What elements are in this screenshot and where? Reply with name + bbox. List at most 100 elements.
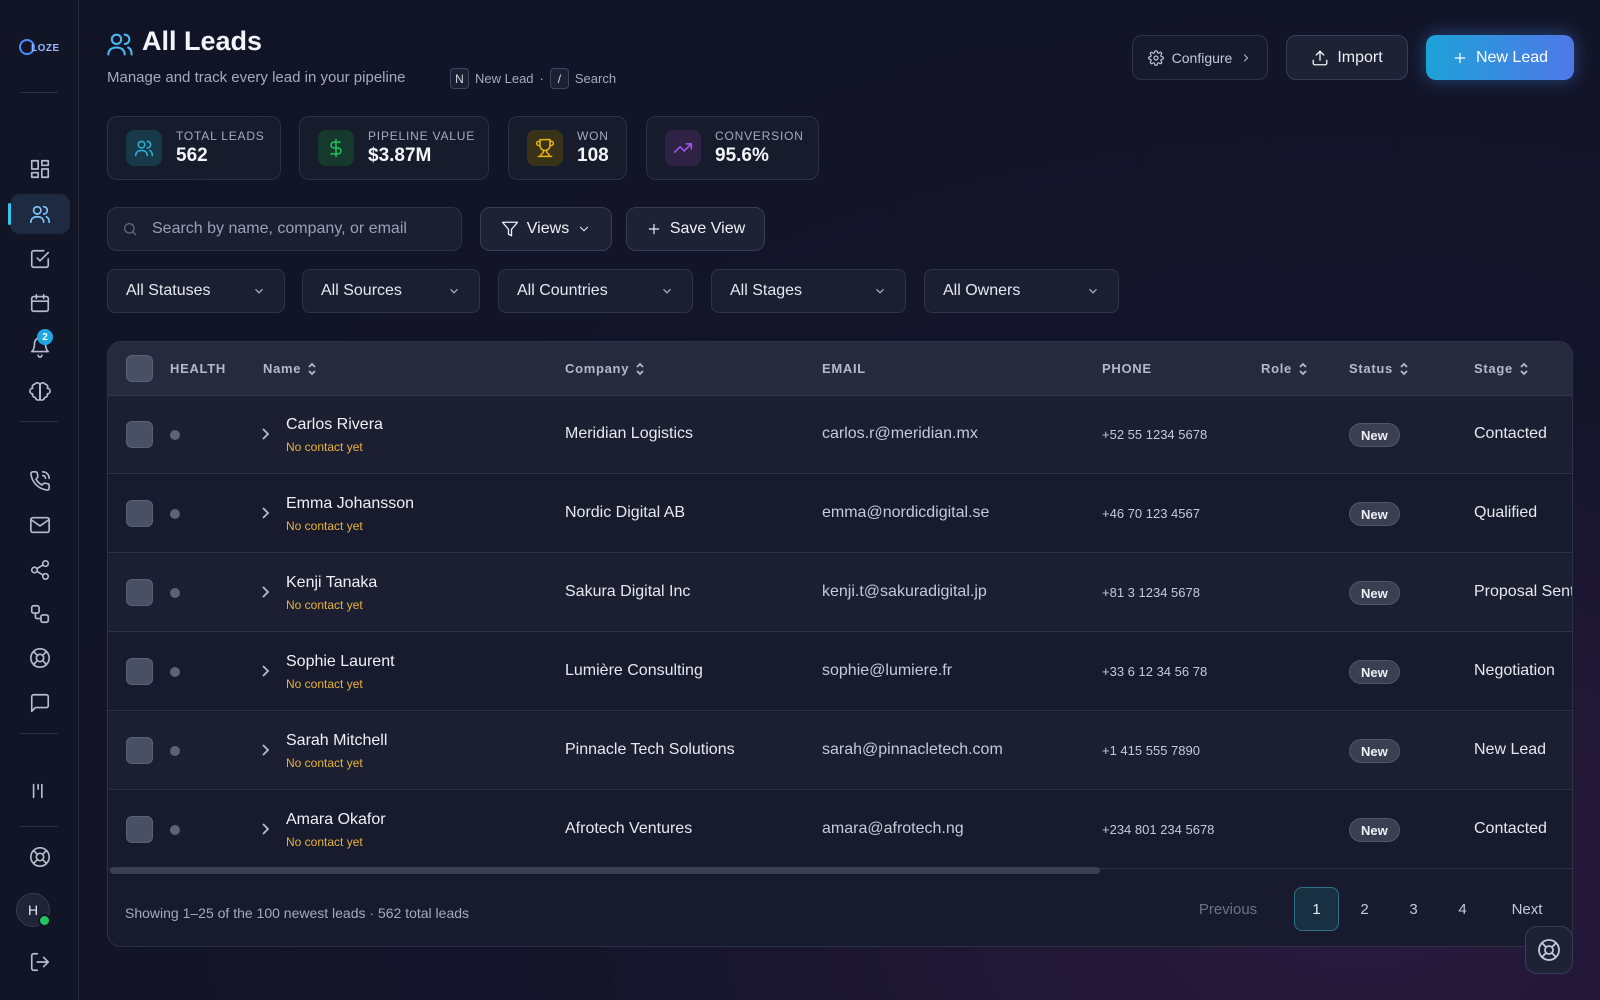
- row-checkbox[interactable]: [126, 421, 153, 448]
- sidebar-item-messages[interactable]: [10, 683, 70, 723]
- column-header-phone: PHONE: [1102, 361, 1152, 376]
- chevron-right-icon: [262, 665, 270, 677]
- import-button[interactable]: Import: [1286, 35, 1408, 80]
- lead-phone[interactable]: +81 3 1234 5678: [1102, 585, 1200, 600]
- column-header-role[interactable]: Role: [1261, 361, 1308, 376]
- column-header-name[interactable]: Name: [263, 361, 317, 376]
- lead-email[interactable]: sophie@lumiere.fr: [822, 662, 952, 680]
- source-filter-select[interactable]: All Sources: [302, 269, 480, 313]
- sidebar-item-help[interactable]: [10, 837, 70, 877]
- stat-conversion: CONVERSION 95.6%: [646, 116, 819, 180]
- sidebar-item-tasks[interactable]: [10, 239, 70, 279]
- configure-button[interactable]: Configure: [1132, 35, 1268, 80]
- status-badge: New: [1349, 660, 1400, 684]
- app-logo[interactable]: LOZE: [18, 36, 62, 58]
- lead-email[interactable]: carlos.r@meridian.mx: [822, 425, 978, 443]
- row-checkbox[interactable]: [126, 816, 153, 843]
- chevron-down-icon: [1089, 288, 1097, 294]
- row-checkbox[interactable]: [126, 500, 153, 527]
- configure-label: Configure: [1171, 49, 1233, 66]
- column-header-stage[interactable]: Stage: [1474, 361, 1529, 376]
- page-title: All Leads: [142, 26, 263, 56]
- lead-phone[interactable]: +1 415 555 7890: [1102, 743, 1200, 758]
- expand-row-button[interactable]: [260, 742, 272, 758]
- expand-row-button[interactable]: [260, 821, 272, 837]
- next-page-button[interactable]: Next: [1496, 887, 1558, 931]
- table-row[interactable]: Emma Johansson No contact yet Nordic Dig…: [108, 475, 1572, 553]
- stat-label: PIPELINE VALUE: [368, 129, 476, 143]
- lead-phone[interactable]: +52 55 1234 5678: [1102, 427, 1207, 442]
- lead-name[interactable]: Carlos Rivera: [286, 416, 383, 434]
- health-indicator: [170, 430, 180, 440]
- sidebar-item-workflows[interactable]: [10, 594, 70, 634]
- previous-page-button[interactable]: Previous: [1182, 887, 1274, 931]
- page-3-button[interactable]: 3: [1391, 887, 1436, 931]
- table-row[interactable]: Amara Okafor No contact yet Afrotech Ven…: [108, 791, 1572, 869]
- sidebar-divider: [20, 733, 58, 734]
- row-checkbox[interactable]: [126, 737, 153, 764]
- stage-filter-select[interactable]: All Stages: [711, 269, 906, 313]
- sidebar-item-calls[interactable]: [10, 461, 70, 501]
- lead-name[interactable]: Sophie Laurent: [286, 653, 395, 671]
- expand-row-button[interactable]: [260, 584, 272, 600]
- lead-name[interactable]: Kenji Tanaka: [286, 574, 377, 592]
- horizontal-scrollbar[interactable]: [110, 867, 1100, 874]
- sidebar-item-email[interactable]: [10, 505, 70, 545]
- lead-phone[interactable]: +46 70 123 4567: [1102, 506, 1200, 521]
- sidebar-item-collapse[interactable]: [10, 771, 70, 811]
- sidebar-item-notifications[interactable]: 2: [10, 327, 70, 367]
- lead-name[interactable]: Sarah Mitchell: [286, 732, 387, 750]
- sidebar-item-leads[interactable]: [8, 194, 70, 234]
- new-lead-label: New Lead: [1475, 48, 1549, 66]
- sidebar-item-ai[interactable]: [10, 372, 70, 412]
- sidebar-item-support[interactable]: [10, 638, 70, 678]
- column-header-company[interactable]: Company: [565, 361, 645, 376]
- lead-name[interactable]: Amara Okafor: [286, 811, 386, 829]
- status-badge: New: [1349, 502, 1400, 526]
- sidebar-item-logout[interactable]: [10, 942, 70, 982]
- search-icon: [124, 223, 137, 236]
- lead-email[interactable]: amara@afrotech.ng: [822, 820, 964, 838]
- country-filter-select[interactable]: All Countries: [498, 269, 693, 313]
- save-view-button[interactable]: Save View: [626, 207, 765, 251]
- help-button[interactable]: [1525, 926, 1573, 974]
- lead-email[interactable]: kenji.t@sakuradigital.jp: [822, 583, 987, 601]
- views-button[interactable]: Views: [480, 207, 612, 251]
- users-icon: [106, 30, 134, 58]
- lead-stage: Negotiation: [1474, 662, 1555, 679]
- sidebar-item-calendar[interactable]: [10, 283, 70, 323]
- lead-phone[interactable]: +33 6 12 34 56 78: [1102, 664, 1207, 679]
- stat-pipeline-value: PIPELINE VALUE $3.87M: [299, 116, 489, 180]
- lead-phone[interactable]: +234 801 234 5678: [1102, 822, 1214, 837]
- lead-name[interactable]: Emma Johansson: [286, 495, 414, 513]
- page-4-button[interactable]: 4: [1440, 887, 1485, 931]
- page-1-button[interactable]: 1: [1294, 887, 1339, 931]
- shortcut-key: /: [549, 68, 569, 89]
- search-input[interactable]: [152, 220, 442, 238]
- select-all-checkbox[interactable]: [126, 355, 153, 382]
- lead-email[interactable]: sarah@pinnacletech.com: [822, 741, 1003, 759]
- row-checkbox[interactable]: [126, 579, 153, 606]
- expand-row-button[interactable]: [260, 505, 272, 521]
- chevron-down-icon: [663, 288, 671, 294]
- stat-value: 108: [577, 145, 609, 166]
- expand-row-button[interactable]: [260, 663, 272, 679]
- sidebar-item-share[interactable]: [10, 550, 70, 590]
- lifebuoy-icon: [30, 648, 50, 668]
- table-row[interactable]: Carlos Rivera No contact yet Meridian Lo…: [108, 396, 1572, 474]
- owner-filter-select[interactable]: All Owners: [924, 269, 1119, 313]
- table-row[interactable]: Sarah Mitchell No contact yet Pinnacle T…: [108, 712, 1572, 790]
- row-checkbox[interactable]: [126, 658, 153, 685]
- table-row[interactable]: Kenji Tanaka No contact yet Sakura Digit…: [108, 554, 1572, 632]
- save-view-label: Save View: [669, 220, 746, 237]
- column-header-status[interactable]: Status: [1349, 361, 1409, 376]
- page-2-button[interactable]: 2: [1342, 887, 1387, 931]
- new-lead-button[interactable]: New Lead: [1426, 35, 1574, 80]
- sidebar-item-dashboard[interactable]: [10, 149, 70, 189]
- shortcut-label: New Lead: [475, 71, 534, 86]
- table-row[interactable]: Sophie Laurent No contact yet Lumière Co…: [108, 633, 1572, 711]
- status-filter-select[interactable]: All Statuses: [107, 269, 285, 313]
- expand-row-button[interactable]: [260, 426, 272, 442]
- chat-icon: [30, 693, 50, 713]
- lead-email[interactable]: emma@nordicdigital.se: [822, 504, 989, 522]
